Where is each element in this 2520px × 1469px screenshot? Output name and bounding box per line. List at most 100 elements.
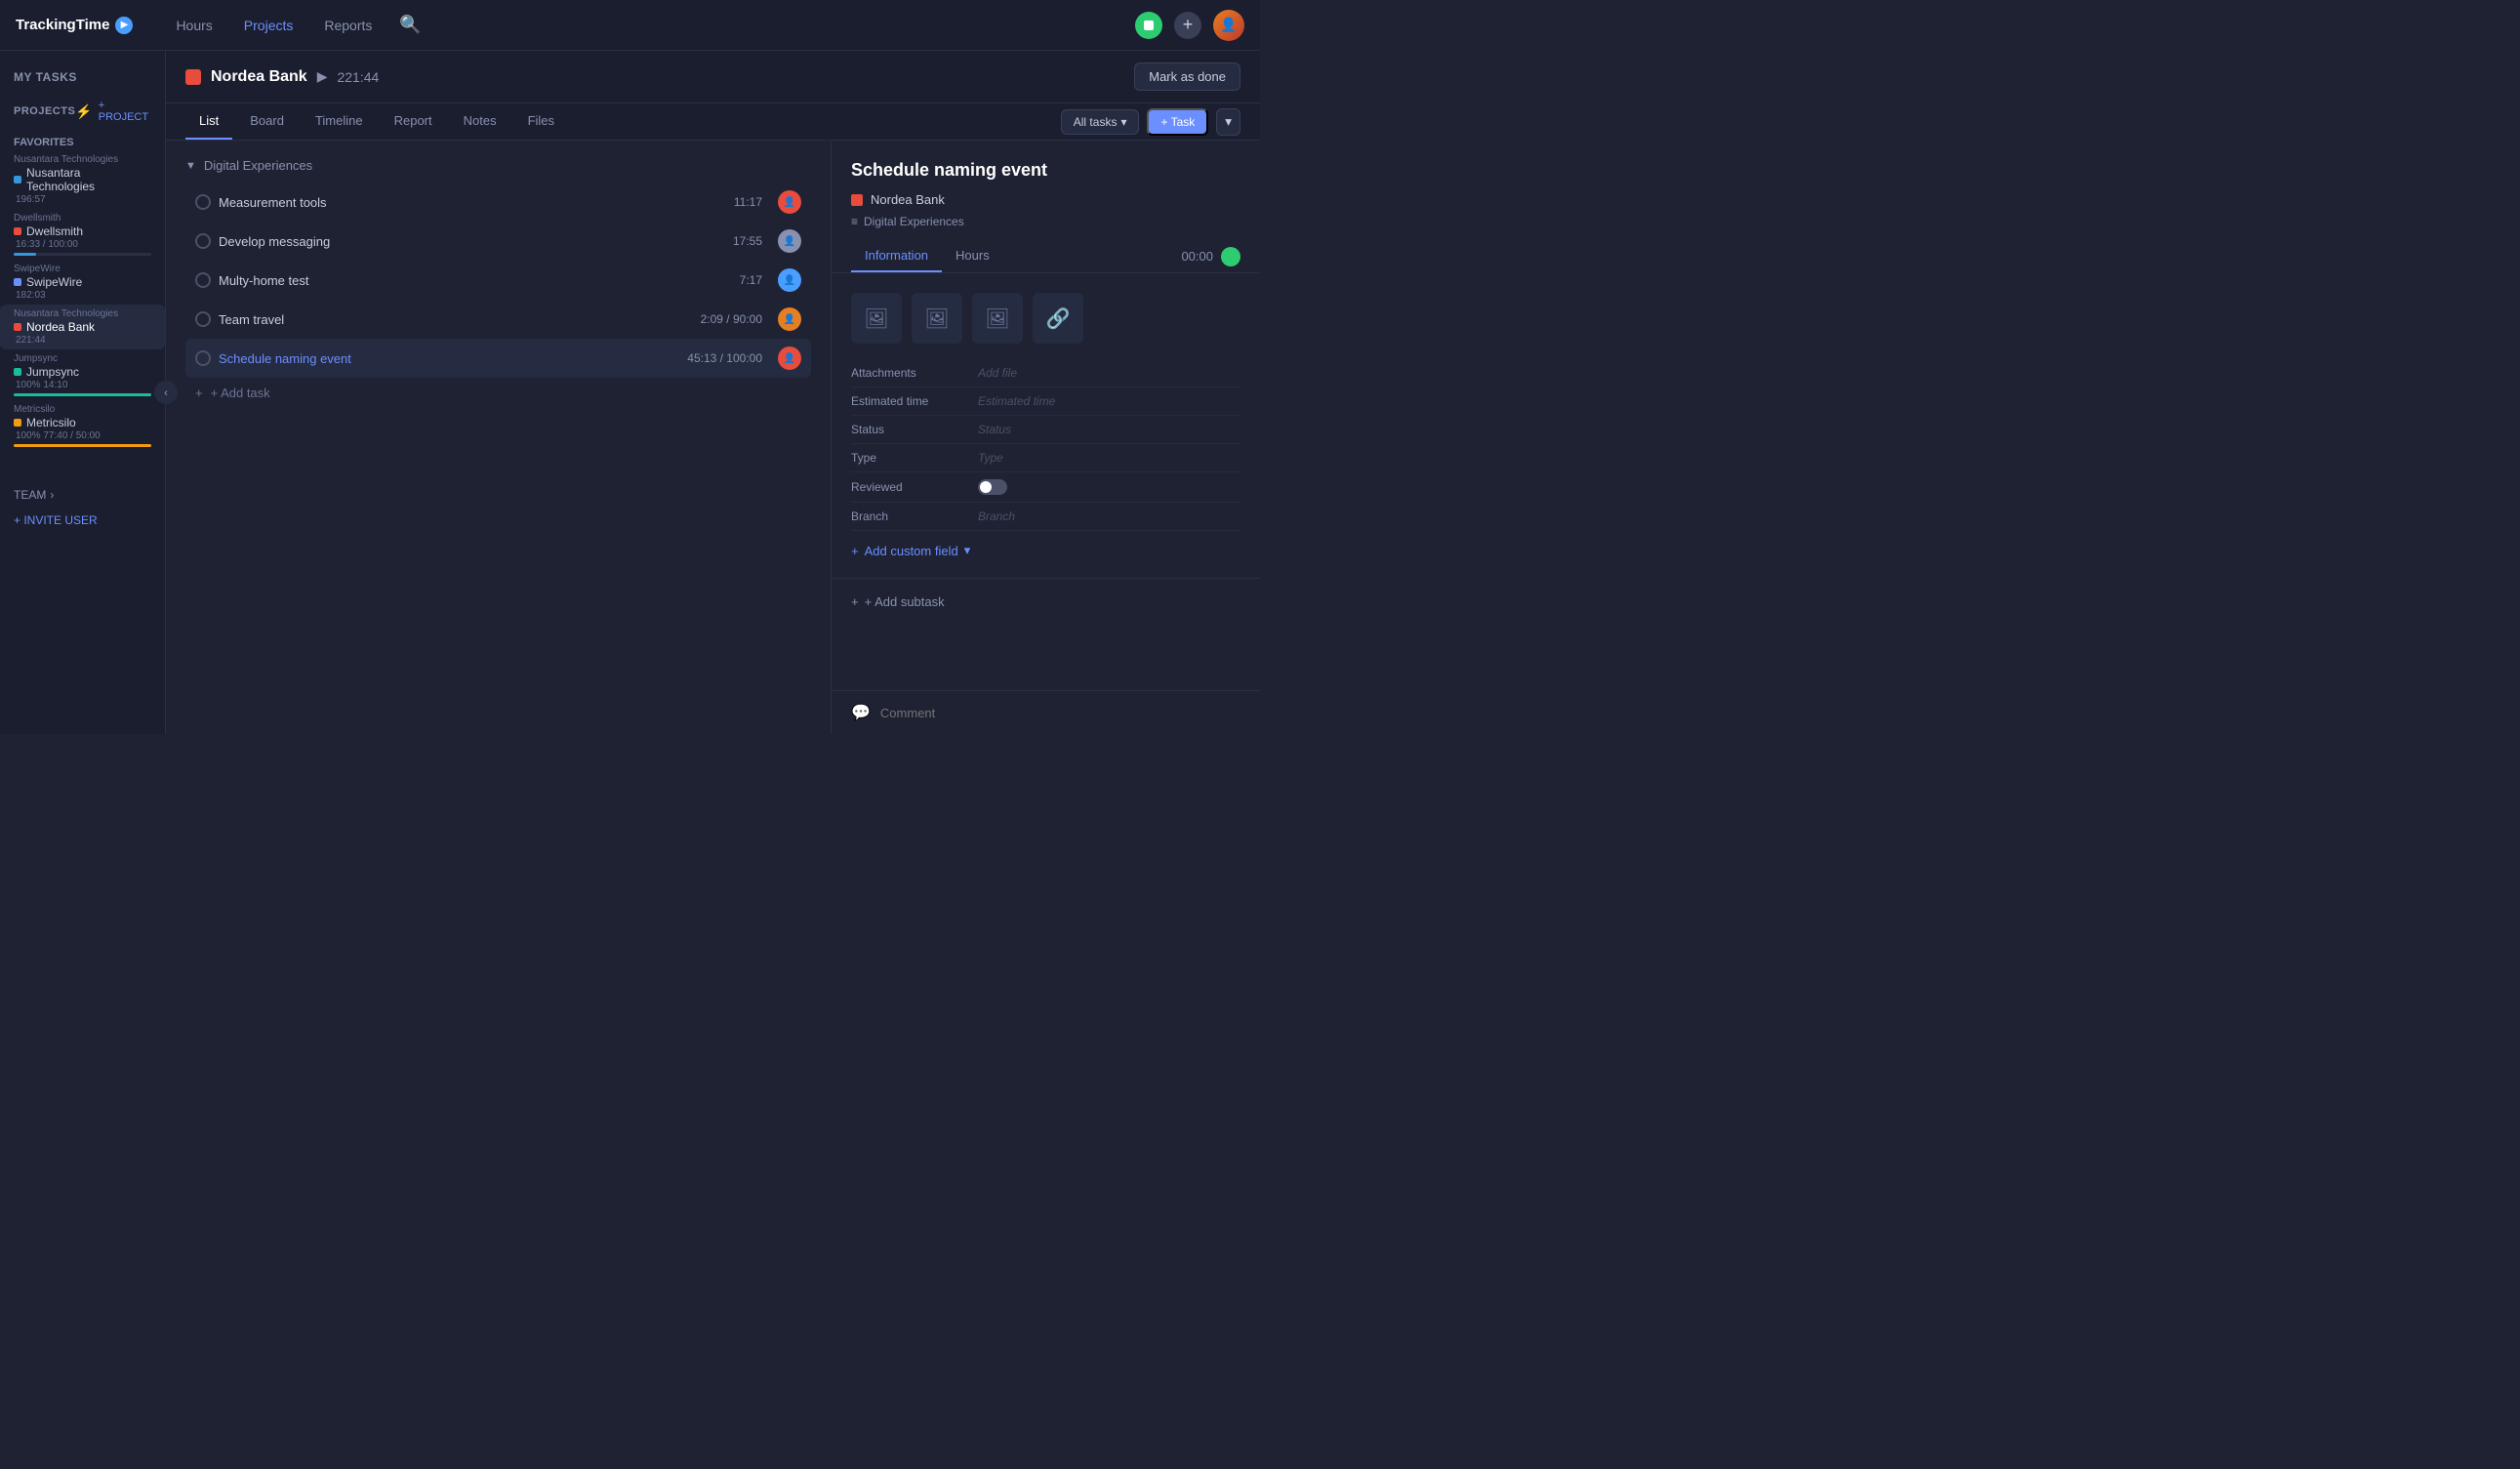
field-label: Type	[851, 451, 978, 465]
top-navigation: TrackingTime ▶ Hours Projects Reports 🔍 …	[0, 0, 1260, 51]
project-company: Nusantara Technologies	[14, 154, 151, 165]
project-time: 221:44	[14, 335, 151, 346]
add-subtask-icon: +	[851, 594, 859, 609]
add-task-icon: +	[195, 386, 203, 400]
sidebar-item-nordea[interactable]: Nusantara Technologies Nordea Bank 221:4…	[0, 305, 165, 349]
task-checkbox[interactable]	[195, 350, 211, 366]
field-row-type: Type Type	[851, 444, 1240, 472]
task-checkbox[interactable]	[195, 272, 211, 288]
field-value[interactable]: Add file	[978, 366, 1240, 380]
attachment-image-2[interactable]: 🖼	[912, 293, 962, 344]
chevron-down-icon: ▾	[964, 543, 971, 558]
search-icon[interactable]: 🔍	[399, 15, 421, 35]
field-row-estimated-time: Estimated time Estimated time	[851, 388, 1240, 416]
task-checkbox[interactable]	[195, 194, 211, 210]
project-header: Nordea Bank ▶ 221:44 Mark as done	[166, 51, 1260, 103]
team-section[interactable]: TEAM ›	[0, 480, 165, 510]
nav-projects[interactable]: Projects	[232, 12, 305, 39]
project-name: SwipeWire	[14, 275, 151, 289]
more-options-button[interactable]: ▾	[1216, 108, 1240, 136]
project-progress-bar	[14, 444, 151, 447]
sidebar-section-header: PROJECTS ⚡ + PROJECT	[14, 100, 151, 123]
project-color-dot	[14, 323, 21, 331]
attachment-image-3[interactable]: 🖼	[972, 293, 1023, 344]
detail-tab-hours[interactable]: Hours	[942, 240, 1003, 272]
task-name: Schedule naming event	[219, 351, 679, 366]
project-color-dot	[14, 176, 21, 184]
nav-hours[interactable]: Hours	[164, 12, 224, 39]
detail-tabs: Information Hours 00:00	[832, 240, 1260, 273]
main-layout: MY TASKS PROJECTS ⚡ + PROJECT FAVORITES …	[0, 51, 1260, 734]
logo[interactable]: TrackingTime ▶	[16, 17, 133, 34]
project-name: Metricsilo	[14, 416, 151, 429]
nav-reports[interactable]: Reports	[312, 12, 384, 39]
add-custom-field-label: Add custom field	[865, 544, 958, 558]
task-checkbox[interactable]	[195, 233, 211, 249]
add-task-row[interactable]: + + Add task	[185, 378, 811, 408]
attachment-link[interactable]: 🔗	[1033, 293, 1083, 344]
add-custom-field-button[interactable]: + Add custom field ▾	[832, 531, 1260, 570]
add-task-button[interactable]: + Task	[1147, 108, 1208, 136]
add-project-button[interactable]: + PROJECT	[99, 100, 151, 123]
project-dot	[851, 194, 863, 206]
tab-report[interactable]: Report	[381, 103, 446, 140]
task-row[interactable]: Multy-home test 7:17 👤	[185, 261, 811, 300]
add-button[interactable]: +	[1174, 12, 1201, 39]
project-time: 100% 77:40 / 50:00	[14, 430, 151, 441]
sidebar-my-tasks[interactable]: MY TASKS	[0, 62, 165, 92]
user-avatar[interactable]: 👤	[1213, 10, 1244, 41]
section-header-actions: ⚡ + PROJECT	[75, 100, 151, 123]
reviewed-toggle[interactable]	[978, 479, 1007, 495]
project-name: Nordea Bank	[14, 320, 151, 334]
sidebar-wrapper: MY TASKS PROJECTS ⚡ + PROJECT FAVORITES …	[0, 51, 166, 734]
sidebar-toggle-button[interactable]: ‹	[154, 381, 178, 404]
collapse-icon: ▼	[185, 160, 196, 172]
sidebar-item-nusantara[interactable]: Nusantara Technologies Nusantara Technol…	[0, 150, 165, 209]
attachment-image-1[interactable]: 🖼	[851, 293, 902, 344]
project-color-dot	[14, 368, 21, 376]
status-button[interactable]	[1135, 12, 1162, 39]
tab-files[interactable]: Files	[514, 103, 568, 140]
filter-icon[interactable]: ⚡	[75, 103, 92, 120]
task-checkbox[interactable]	[195, 311, 211, 327]
field-value[interactable]: Estimated time	[978, 394, 1240, 408]
task-time: 11:17	[734, 195, 762, 209]
sidebar-item-jumpsync[interactable]: Jumpsync Jumpsync 100% 14:10	[0, 349, 165, 400]
add-subtask-label: + Add subtask	[865, 594, 945, 609]
field-value[interactable]: Type	[978, 451, 1240, 465]
nav-links: Hours Projects Reports 🔍	[164, 12, 1135, 39]
sidebar-item-dwellsmith[interactable]: Dwellsmith Dwellsmith 16:33 / 100:00	[0, 209, 165, 260]
project-company: Metricsilo	[14, 404, 151, 415]
project-company: SwipeWire	[14, 264, 151, 274]
field-value[interactable]: Status	[978, 423, 1240, 436]
play-icon[interactable]: ▶	[317, 68, 328, 85]
progress-fill	[14, 393, 151, 396]
logo-text: TrackingTime	[16, 17, 109, 33]
all-tasks-button[interactable]: All tasks ▾	[1061, 109, 1140, 135]
comment-input[interactable]	[880, 706, 1240, 720]
tab-notes[interactable]: Notes	[450, 103, 510, 140]
tab-list[interactable]: List	[185, 103, 232, 140]
sidebar-item-metricsilo[interactable]: Metricsilo Metricsilo 100% 77:40 / 50:00	[0, 400, 165, 451]
tab-timeline[interactable]: Timeline	[302, 103, 377, 140]
field-value[interactable]: Branch	[978, 510, 1240, 523]
invite-user-button[interactable]: + INVITE USER	[0, 510, 165, 531]
tab-board[interactable]: Board	[236, 103, 298, 140]
group-name: Digital Experiences	[204, 158, 312, 173]
timer-start-button[interactable]	[1221, 247, 1240, 266]
task-row-active[interactable]: Schedule naming event 45:13 / 100:00 👤	[185, 339, 811, 378]
detail-tab-information[interactable]: Information	[851, 240, 942, 272]
task-row[interactable]: Team travel 2:09 / 90:00 👤	[185, 300, 811, 339]
add-subtask-button[interactable]: + + Add subtask	[832, 578, 1260, 625]
mark-done-button[interactable]: Mark as done	[1134, 62, 1240, 91]
task-row[interactable]: Develop messaging 17:55 👤	[185, 222, 811, 261]
project-color-dot	[14, 227, 21, 235]
field-row-branch: Branch Branch	[851, 503, 1240, 531]
group-header[interactable]: ▼ Digital Experiences	[185, 152, 811, 183]
right-panel: Schedule naming event Nordea Bank ≡ Digi…	[831, 141, 1260, 734]
task-time: 17:55	[733, 234, 762, 248]
sidebar-item-swipewire[interactable]: SwipeWire SwipeWire 182:03	[0, 260, 165, 305]
field-row-attachments: Attachments Add file	[851, 359, 1240, 388]
task-row[interactable]: Measurement tools 11:17 👤	[185, 183, 811, 222]
project-time: 196:57	[14, 194, 151, 205]
